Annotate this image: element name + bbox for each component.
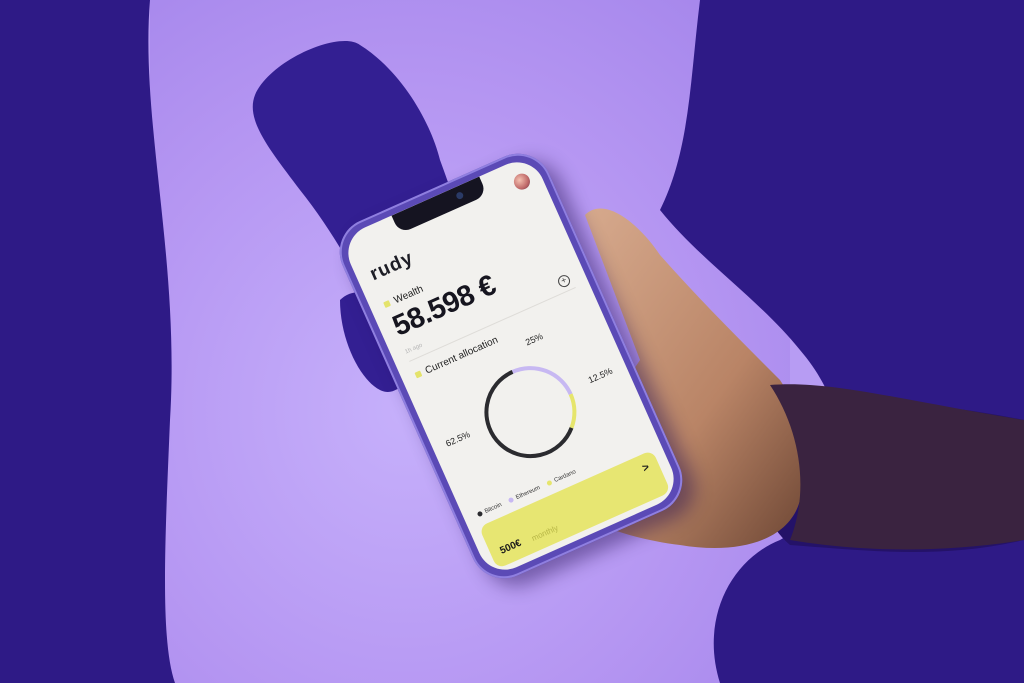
donut-segment-ethereum bbox=[511, 366, 573, 396]
donut-segment-cardano bbox=[568, 393, 577, 429]
bitcoin-percent: 62.5% bbox=[444, 429, 472, 449]
legend-marker bbox=[546, 479, 553, 487]
legend-bitcoin: Bitcoin bbox=[476, 502, 503, 518]
photo-scene: rudy Wealth 58.598 € 1h ago + Current al… bbox=[0, 0, 1024, 683]
chevron-right-icon: > bbox=[640, 461, 652, 475]
allocation-label: Current allocation bbox=[423, 334, 500, 377]
avatar[interactable] bbox=[511, 171, 533, 193]
legend-marker bbox=[476, 510, 484, 518]
yellow-dot-icon bbox=[414, 370, 423, 379]
cardano-percent: 12.5% bbox=[586, 365, 615, 386]
legend-label: Bitcoin bbox=[484, 502, 503, 515]
camera bbox=[455, 190, 465, 201]
invest-amount: 500€ bbox=[498, 537, 524, 557]
wealth-amount: 58.598 € bbox=[388, 269, 501, 343]
legend-label: Ethereum bbox=[515, 485, 542, 502]
plus-icon[interactable]: + bbox=[556, 273, 572, 290]
invest-frequency: monthly bbox=[530, 523, 560, 543]
app-logo: rudy bbox=[366, 247, 417, 286]
legend-label: Cardano bbox=[553, 469, 577, 485]
donut-segment-bitcoin bbox=[484, 370, 574, 459]
ethereum-percent: 25% bbox=[523, 331, 545, 348]
legend-marker bbox=[507, 496, 515, 504]
yellow-dot-icon bbox=[383, 300, 392, 309]
allocation-donut bbox=[484, 366, 577, 459]
wealth-updated: 1h ago bbox=[404, 342, 424, 356]
